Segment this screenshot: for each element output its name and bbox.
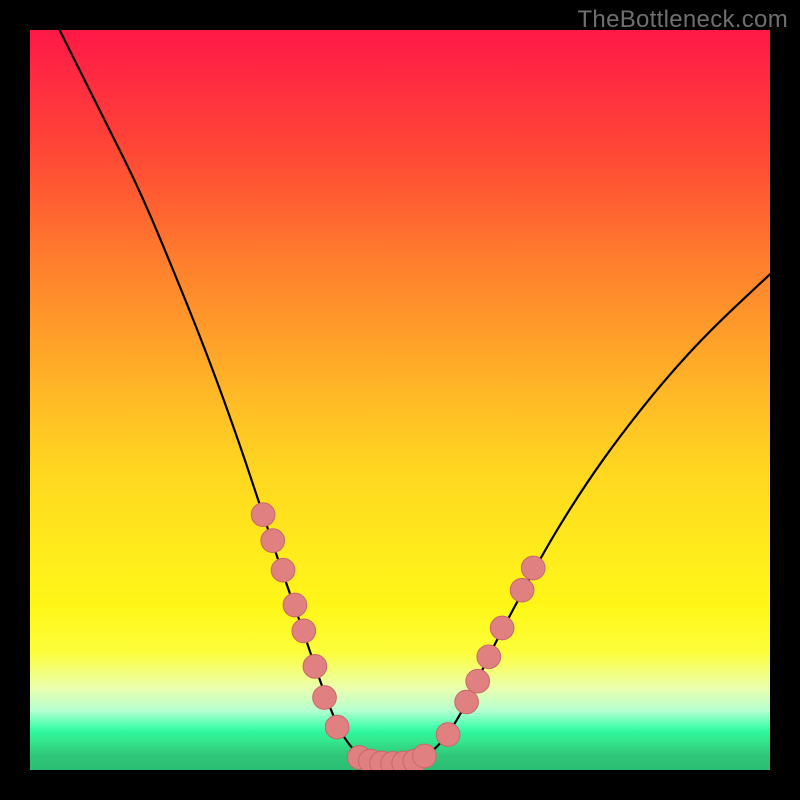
marker-left-3: [283, 593, 307, 617]
data-markers: [251, 503, 545, 770]
marker-left-5: [303, 655, 327, 679]
marker-right-4: [490, 616, 514, 640]
marker-left-2: [271, 558, 295, 582]
plot-area: [30, 30, 770, 770]
marker-right-3: [477, 645, 501, 669]
marker-left-1: [261, 529, 285, 553]
marker-left-4: [292, 619, 316, 643]
marker-left-7: [325, 715, 349, 739]
marker-left-6: [313, 686, 337, 710]
marker-right-1: [455, 690, 479, 714]
bottleneck-curve: [60, 30, 770, 763]
chart-frame: TheBottleneck.com: [0, 0, 800, 800]
marker-right-2: [466, 669, 490, 693]
chart-svg: [30, 30, 770, 770]
marker-bottom-6: [413, 744, 437, 768]
marker-right-5: [510, 578, 534, 602]
marker-right-0: [436, 723, 460, 747]
marker-left-0: [251, 503, 275, 527]
marker-right-6: [521, 556, 545, 580]
watermark-text: TheBottleneck.com: [577, 6, 788, 34]
